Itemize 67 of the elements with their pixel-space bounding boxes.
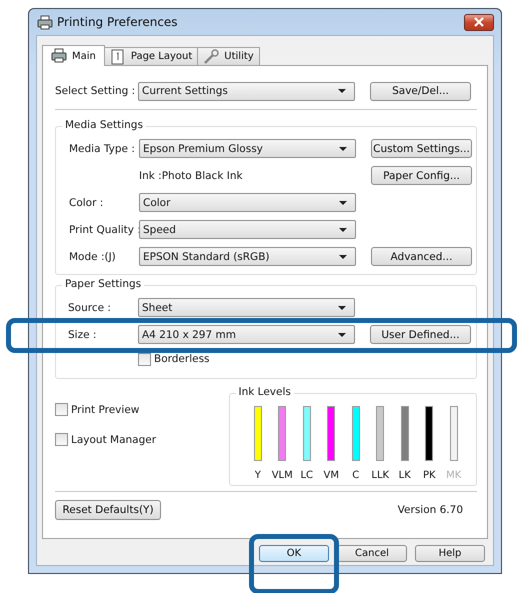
- field-label: Source :: [68, 302, 112, 314]
- checkbox[interactable]: [55, 433, 68, 446]
- ink-label: Y: [254, 470, 261, 481]
- ink-bar: [425, 406, 434, 461]
- checkbox-label[interactable]: Print Preview: [71, 404, 140, 416]
- button[interactable]: Custom Settings...: [371, 139, 472, 158]
- info-text: Ink :Photo Black Ink: [139, 170, 244, 182]
- dropdown-arrow-icon: [339, 146, 347, 150]
- tab[interactable]: Main: [42, 45, 105, 66]
- ink-bar: [376, 406, 384, 461]
- checkbox[interactable]: [138, 352, 151, 366]
- dropdown-arrow-icon: [339, 228, 347, 232]
- ink-label: LC: [300, 470, 314, 481]
- ink-label: VM: [324, 470, 339, 481]
- checkbox-label[interactable]: Layout Manager: [71, 434, 156, 446]
- dropdown-arrow-icon: [339, 200, 347, 204]
- field-label: Size :: [68, 328, 98, 340]
- dropdown[interactable]: EPSON Standard (sRGB): [139, 247, 356, 266]
- version-text: Version 6.70: [398, 504, 463, 516]
- window-title: Printing Preferences: [57, 15, 179, 29]
- dropdown[interactable]: Color: [139, 193, 356, 212]
- dropdown[interactable]: Current Settings: [138, 82, 355, 100]
- ink-label: LLK: [371, 470, 390, 481]
- button[interactable]: Help: [415, 545, 485, 562]
- dropdown-arrow-icon: [338, 89, 346, 93]
- field-label: Color :: [69, 196, 104, 208]
- group-title: Paper Settings: [62, 278, 144, 290]
- checkbox[interactable]: [55, 403, 68, 416]
- dropdown-arrow-icon: [338, 332, 346, 336]
- tab[interactable]: Page Layout: [104, 47, 198, 65]
- dropdown-arrow-icon: [339, 254, 347, 258]
- ink-bar: [254, 406, 262, 461]
- close-button[interactable]: [464, 14, 494, 30]
- checkbox-label[interactable]: Borderless: [154, 353, 210, 365]
- ink-bar: [352, 406, 360, 461]
- button[interactable]: Reset Defaults(Y): [55, 500, 161, 520]
- ink-bar: [327, 406, 336, 461]
- ink-bar: [450, 406, 458, 461]
- close-icon: [474, 17, 484, 27]
- button[interactable]: Paper Config...: [371, 166, 472, 185]
- dropdown[interactable]: A4 210 x 297 mm: [138, 325, 355, 344]
- dropdown[interactable]: Epson Premium Glossy: [139, 139, 356, 158]
- dropdown-arrow-icon: [338, 306, 346, 310]
- button[interactable]: User Defined...: [370, 325, 471, 344]
- tab[interactable]: Utility: [197, 47, 260, 65]
- printer-icon: [51, 48, 67, 64]
- group-title: Ink Levels: [236, 386, 294, 398]
- ink-bar: [400, 406, 409, 461]
- wrench-icon: [203, 48, 220, 64]
- button[interactable]: OK: [259, 545, 329, 562]
- dropdown[interactable]: Sheet: [138, 298, 355, 317]
- field-label: Media Type :: [69, 142, 136, 154]
- field-label: Select Setting :: [55, 85, 136, 97]
- dropdown[interactable]: Speed: [139, 220, 356, 239]
- button[interactable]: Advanced...: [371, 247, 472, 266]
- ink-label: PK: [422, 470, 436, 481]
- ink-label: VLM: [272, 470, 293, 481]
- printer-icon: [37, 14, 53, 30]
- button[interactable]: Save/Del...: [370, 82, 471, 100]
- ink-bar: [302, 406, 311, 461]
- button[interactable]: Cancel: [337, 545, 407, 562]
- ink-label: C: [352, 470, 360, 481]
- field-label: Mode :(J): [69, 250, 117, 262]
- group-title: Media Settings: [62, 119, 146, 131]
- ink-label: MK: [446, 470, 462, 481]
- ink-bar: [278, 406, 286, 461]
- ink-label: LK: [398, 470, 411, 481]
